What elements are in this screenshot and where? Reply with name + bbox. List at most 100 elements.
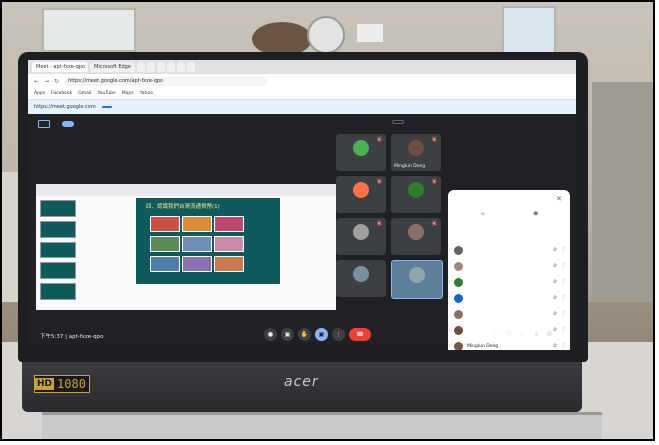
current-slide: 四、認識我們台灣流通貨幣(1)	[136, 198, 280, 284]
self-view-tile[interactable]	[391, 260, 443, 299]
more-options-icon[interactable]: ⋮	[561, 247, 566, 253]
participant-row[interactable]: ⊘ ⋮	[454, 306, 566, 322]
back-icon[interactable]: ←	[34, 78, 39, 85]
slide-thumbnail[interactable]	[40, 283, 76, 300]
slide-thumbnail[interactable]	[40, 220, 76, 238]
more-options-icon[interactable]: ⋮	[561, 263, 566, 269]
meet-stage: 四、認識我們台灣流通貨幣(1) 🔇 🔇 Minglun Deng 🔇 🔇 🔇 🔇…	[28, 114, 576, 350]
laptop-screen: Meet - apt-fxze-qpo Microsoft Edge ← → ↻…	[28, 60, 576, 350]
end-call-button[interactable]: ☎	[349, 328, 371, 341]
participant-tile[interactable]: 🔇	[391, 218, 441, 255]
window	[502, 6, 556, 56]
info-bar-button[interactable]	[101, 106, 112, 108]
participant-tile[interactable]: 🔇 Minglun Deng	[391, 134, 441, 171]
avatar	[408, 224, 424, 240]
person-head	[252, 22, 312, 56]
bookmark[interactable]: Facebook	[51, 91, 72, 96]
photo-frame: Meet - apt-fxze-qpo Microsoft Edge ← → ↻…	[0, 0, 655, 441]
mic-off-icon: 🔇	[431, 179, 438, 185]
mic-off-icon: 🔇	[431, 221, 438, 227]
participant-tile[interactable]	[336, 260, 386, 297]
bookmark[interactable]: Apps	[34, 91, 45, 96]
browser-tab[interactable]	[136, 62, 145, 72]
mic-off-icon[interactable]: ⊘	[553, 247, 557, 253]
hd-badge: HD 1080	[34, 375, 90, 393]
banknote-image	[150, 236, 180, 252]
chat-icon[interactable]: □	[520, 330, 526, 339]
browser-tab[interactable]	[186, 62, 195, 72]
browser-tab[interactable]	[156, 62, 165, 72]
lock-icon[interactable]: ■	[547, 330, 553, 339]
close-icon[interactable]: ✕	[556, 195, 562, 203]
mic-off-icon[interactable]: ⊘	[553, 263, 557, 269]
add-people-button[interactable]: ☏	[480, 212, 486, 217]
avatar	[353, 266, 369, 282]
present-screen-icon	[38, 120, 50, 128]
participant-tile[interactable]: 🔇	[336, 176, 386, 213]
browser-tab[interactable]: Meet - apt-fxze-qpo	[32, 62, 88, 72]
participant-tile[interactable]: 🔇	[336, 218, 386, 255]
mic-off-icon: 🔇	[376, 179, 383, 185]
raise-hand-icon[interactable]: ✋	[298, 328, 311, 341]
mute-all-button[interactable]: ☻	[533, 212, 538, 217]
mic-off-icon: 🔇	[376, 137, 383, 143]
meet-bottom-bar: 下午5:37 | apt-fxze-qpo ● ▣ ✋ ▣ ⋮ ☎ ⓘ ☺ □ …	[28, 324, 576, 350]
participant-avatar	[454, 309, 463, 319]
participant-row[interactable]: ⊘ ⋮	[454, 274, 566, 290]
bookmark[interactable]: YouTube	[97, 91, 115, 96]
mic-off-icon: 🔇	[431, 137, 438, 143]
mic-off-icon[interactable]: ⊘	[553, 295, 557, 301]
audio-toggle[interactable]	[62, 121, 74, 127]
url-field[interactable]: https://meet.google.com/apt-fxze-qpo	[64, 76, 269, 86]
slide-thumbnails	[40, 200, 76, 300]
hd-badge-label: HD	[35, 378, 55, 390]
participant-row[interactable]: ⊘ ⋮	[454, 258, 566, 274]
mic-off-icon[interactable]: ⊘	[553, 279, 557, 285]
participant-avatar	[454, 293, 463, 303]
avatar	[353, 182, 369, 198]
banknote-image	[182, 236, 212, 252]
participant-row[interactable]: ⊘ ⋮	[454, 290, 566, 306]
slide-title: 四、認識我們台灣流通貨幣(1)	[146, 204, 220, 210]
bookmark[interactable]: Gmail	[78, 91, 91, 96]
browser-tab[interactable]	[146, 62, 155, 72]
wall-unit	[357, 24, 383, 42]
browser-tab[interactable]: Microsoft Edge	[90, 62, 135, 72]
people-icon[interactable]: ☺	[506, 330, 512, 339]
camera-icon[interactable]: ▣	[281, 328, 294, 341]
participant-tile[interactable]: 🔇	[391, 176, 441, 213]
banknote-image	[150, 256, 180, 272]
slide-thumbnail[interactable]	[40, 262, 76, 280]
bookmark[interactable]: Yahoo	[140, 91, 153, 96]
more-options-icon[interactable]: ⋮	[332, 328, 345, 341]
more-options-icon[interactable]: ⋮	[561, 295, 566, 301]
slide-thumbnail[interactable]	[40, 200, 76, 217]
bookmark[interactable]: Maps	[122, 91, 134, 96]
hd-badge-resolution: 1080	[57, 377, 86, 391]
participant-row[interactable]: ⊘ ⋮	[454, 242, 566, 258]
forward-icon[interactable]: →	[44, 78, 49, 85]
reload-icon[interactable]: ↻	[54, 78, 59, 85]
slides-toolbar	[36, 184, 336, 196]
shelf	[592, 82, 653, 302]
participant-name: Minglun Deng	[394, 164, 426, 169]
banknote-image	[214, 216, 244, 232]
activities-icon[interactable]: ▲	[534, 330, 539, 339]
banknote-image	[150, 216, 180, 232]
present-screen-button[interactable]: ▣	[315, 328, 328, 341]
banknote-image	[214, 256, 244, 272]
meeting-time: 下午5:37 | apt-fxze-qpo	[40, 334, 104, 340]
mic-off-icon[interactable]: ⊘	[553, 311, 557, 317]
stop-presenting-button[interactable]	[392, 120, 404, 124]
participant-tile[interactable]: 🔇	[336, 134, 386, 171]
slide-thumbnail[interactable]	[40, 241, 76, 259]
more-options-icon[interactable]: ⋮	[561, 311, 566, 317]
keyboard-deck	[42, 412, 602, 439]
mic-icon[interactable]: ●	[264, 328, 277, 341]
banknote-image	[214, 236, 244, 252]
browser-tab[interactable]	[166, 62, 175, 72]
browser-tab[interactable]	[176, 62, 185, 72]
more-options-icon[interactable]: ⋮	[561, 279, 566, 285]
info-icon[interactable]: ⓘ	[492, 330, 498, 339]
window	[42, 8, 136, 52]
